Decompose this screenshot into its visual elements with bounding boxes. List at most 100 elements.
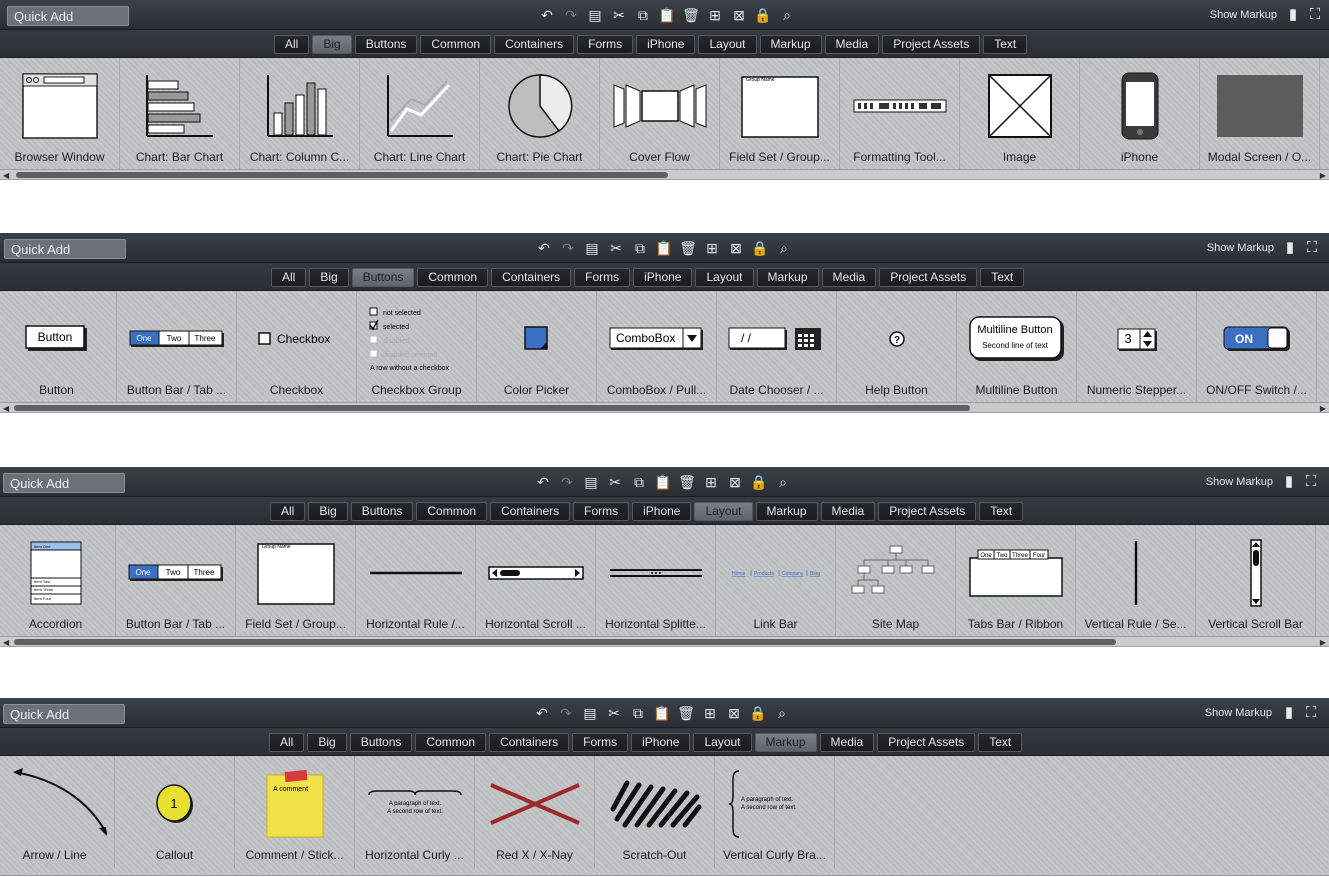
component-browser-window[interactable]: Browser Window: [0, 58, 120, 169]
tab-containers[interactable]: Containers: [490, 502, 571, 521]
ungroup-icon[interactable]: ⊠: [724, 704, 744, 722]
search-icon[interactable]: ⌕: [777, 6, 797, 24]
scroll-left-icon[interactable]: ◀: [3, 171, 9, 180]
show-markup-toggle[interactable]: Show Markup: [1210, 9, 1277, 21]
component-date-chooser[interactable]: / / Date Chooser / ...: [717, 291, 837, 402]
tab-iphone[interactable]: iPhone: [631, 733, 691, 752]
paste-icon[interactable]: 📋: [652, 704, 672, 722]
component-site-map[interactable]: Site Map: [836, 525, 956, 636]
tab-project-assets[interactable]: Project Assets: [878, 502, 977, 521]
tab-buttons[interactable]: Buttons: [351, 268, 415, 287]
component-checkbox-group[interactable]: not selected selected disabled disabled sel…: [357, 291, 477, 402]
tab-markup[interactable]: Markup: [755, 502, 818, 521]
component-callout[interactable]: 1 Callout: [115, 756, 235, 868]
component-help-button[interactable]: ? Help Button: [837, 291, 957, 402]
ungroup-icon[interactable]: ⊠: [725, 473, 745, 491]
tab-all[interactable]: All: [270, 502, 306, 521]
tab-forms[interactable]: Forms: [572, 733, 629, 752]
component-field-set[interactable]: Group Name Field Set / Group...: [236, 525, 356, 636]
cut-icon[interactable]: ✂: [609, 6, 629, 24]
component-pie-chart[interactable]: Chart: Pie Chart: [480, 58, 600, 169]
notes-icon[interactable]: ▮: [1281, 473, 1297, 491]
component-comment-sticky[interactable]: A comment Comment / Stick...: [235, 756, 355, 868]
group-icon[interactable]: ⊞: [701, 473, 721, 491]
paste-icon[interactable]: 📋: [653, 473, 673, 491]
tab-project-assets[interactable]: Project Assets: [882, 35, 981, 54]
show-markup-toggle[interactable]: Show Markup: [1206, 476, 1273, 488]
fullscreen-icon[interactable]: ⛶: [1307, 6, 1323, 24]
quick-add-input[interactable]: Quick Add: [3, 473, 125, 493]
lock-icon[interactable]: 🔒: [753, 6, 773, 24]
tab-iphone[interactable]: iPhone: [636, 35, 696, 54]
search-icon[interactable]: ⌕: [774, 239, 794, 257]
paste-icon[interactable]: 📋: [654, 239, 674, 257]
component-button-bar[interactable]: One Two Three Button Bar / Tab ...: [116, 525, 236, 636]
tab-forms[interactable]: Forms: [573, 502, 630, 521]
tab-buttons[interactable]: Buttons: [349, 733, 413, 752]
component-accordion[interactable]: Item One Item Two Item Three Item Four Acco…: [0, 525, 116, 636]
undo-icon[interactable]: ↶: [537, 6, 557, 24]
tab-big[interactable]: Big: [308, 502, 348, 521]
tab-markup[interactable]: Markup: [756, 268, 819, 287]
tab-layout[interactable]: Layout: [694, 502, 753, 521]
scroll-thumb[interactable]: [16, 172, 668, 178]
tab-common[interactable]: Common: [420, 35, 492, 54]
undo-icon[interactable]: ↶: [533, 473, 553, 491]
tab-layout[interactable]: Layout: [693, 733, 752, 752]
tab-common[interactable]: Common: [415, 733, 487, 752]
lock-icon[interactable]: 🔒: [750, 239, 770, 257]
tab-layout[interactable]: Layout: [695, 268, 754, 287]
ungroup-icon[interactable]: ⊠: [726, 239, 746, 257]
gallery-scrollbar[interactable]: ◀ ▶: [0, 403, 1329, 413]
component-vertical-rule[interactable]: Vertical Rule / Se...: [1076, 525, 1196, 636]
notes-icon[interactable]: ▮: [1282, 239, 1298, 257]
cut-icon[interactable]: ✂: [604, 704, 624, 722]
tab-text[interactable]: Text: [983, 35, 1028, 54]
duplicate-icon[interactable]: ▤: [585, 6, 605, 24]
component-bar-chart[interactable]: Chart: Bar Chart: [120, 58, 240, 169]
show-markup-toggle[interactable]: Show Markup: [1205, 707, 1272, 719]
component-vertical-scroll-bar[interactable]: Vertical Scroll Bar: [1196, 525, 1316, 636]
tab-containers[interactable]: Containers: [494, 35, 575, 54]
component-multiline-button[interactable]: Multiline Button Second line of text Mult…: [957, 291, 1077, 402]
tab-markup[interactable]: Markup: [754, 733, 817, 752]
component-tabs-bar[interactable]: One Two Three Four Tabs Bar / Ribbon: [956, 525, 1076, 636]
component-scratch-out[interactable]: Scratch-Out: [595, 756, 715, 868]
component-checkbox[interactable]: Checkbox Checkbox: [237, 291, 357, 402]
duplicate-icon[interactable]: ▤: [582, 239, 602, 257]
tab-buttons[interactable]: Buttons: [354, 35, 418, 54]
search-icon[interactable]: ⌕: [773, 473, 793, 491]
tab-project-assets[interactable]: Project Assets: [879, 268, 978, 287]
scroll-thumb[interactable]: [14, 405, 970, 411]
tab-media[interactable]: Media: [821, 268, 877, 287]
group-icon[interactable]: ⊞: [702, 239, 722, 257]
copy-icon[interactable]: ⧉: [629, 473, 649, 491]
component-horizontal-curly-brace[interactable]: A paragraph of text. A second row of text…: [355, 756, 475, 868]
scroll-left-icon[interactable]: ◀: [3, 404, 9, 413]
tab-text[interactable]: Text: [978, 733, 1023, 752]
tab-common[interactable]: Common: [417, 268, 489, 287]
component-horizontal-rule[interactable]: Horizontal Rule /...: [356, 525, 476, 636]
copy-icon[interactable]: ⧉: [633, 6, 653, 24]
tab-forms[interactable]: Forms: [574, 268, 631, 287]
notes-icon[interactable]: ▮: [1285, 6, 1301, 24]
tab-text[interactable]: Text: [980, 268, 1025, 287]
tab-all[interactable]: All: [271, 268, 307, 287]
tab-markup[interactable]: Markup: [759, 35, 822, 54]
fullscreen-icon[interactable]: ⛶: [1304, 239, 1320, 257]
component-column-chart[interactable]: Chart: Column C...: [240, 58, 360, 169]
undo-icon[interactable]: ↶: [534, 239, 554, 257]
component-arrow-line[interactable]: Arrow / Line: [0, 756, 115, 868]
tab-containers[interactable]: Containers: [491, 268, 572, 287]
redo-icon[interactable]: ↷: [556, 704, 576, 722]
cut-icon[interactable]: ✂: [605, 473, 625, 491]
scroll-right-icon[interactable]: ▶: [1320, 171, 1326, 180]
component-cover-flow[interactable]: Cover Flow: [600, 58, 720, 169]
ungroup-icon[interactable]: ⊠: [729, 6, 749, 24]
scroll-right-icon[interactable]: ▶: [1320, 404, 1326, 413]
component-numeric-stepper[interactable]: 3 Numeric Stepper...: [1077, 291, 1197, 402]
tab-media[interactable]: Media: [824, 35, 880, 54]
component-image[interactable]: Image: [960, 58, 1080, 169]
component-on-off-switch[interactable]: ON ON/OFF Switch /...: [1197, 291, 1317, 402]
component-field-set[interactable]: Group Name Field Set / Group...: [720, 58, 840, 169]
